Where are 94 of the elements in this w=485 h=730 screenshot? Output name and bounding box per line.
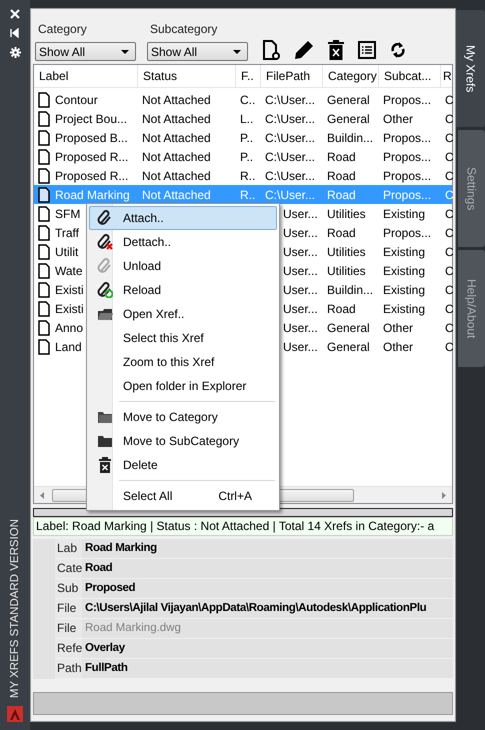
table-cell: Propos...: [383, 188, 432, 202]
property-name: Sub: [55, 579, 82, 598]
table-cell: Not Attached: [142, 130, 211, 144]
table-cell: C: [445, 264, 453, 278]
table-cell: Existi: [55, 282, 84, 296]
panel-title: MY XREFS STANDARD VERSION: [9, 518, 21, 698]
shortcut-text: Ctrl+A: [218, 489, 252, 503]
table-cell: C: [445, 302, 453, 316]
table-cell: Road: [327, 188, 356, 202]
table-cell: C: [445, 130, 453, 144]
table-cell: C:\User...: [265, 188, 316, 202]
table-cell: Traff: [55, 226, 80, 240]
table-cell: Existing: [383, 264, 426, 278]
table-cell: User...: [283, 206, 318, 220]
table-cell: P..: [240, 150, 254, 164]
table-cell: Road Marking: [55, 188, 130, 202]
property-name: Cate: [55, 559, 82, 578]
filter-label: Category: [37, 22, 88, 36]
property-name: File: [55, 599, 82, 618]
table-cell: C: [445, 112, 453, 126]
table-cell: Propos...: [383, 92, 432, 106]
table-cell: Contour: [55, 92, 98, 106]
property-name: Lab: [55, 539, 82, 558]
table-cell: Road: [327, 302, 356, 316]
table-cell: C:\User...: [265, 112, 316, 126]
table-cell: C: [445, 92, 453, 106]
table-cell: C: [445, 244, 453, 258]
table-cell: Proposed B...: [55, 130, 128, 144]
table-cell: Road: [327, 168, 356, 182]
table-cell: C: [445, 226, 453, 240]
table-cell: Utilit: [55, 244, 78, 258]
table-cell: C:\User...: [265, 130, 316, 144]
table-cell: Proposed R...: [55, 150, 128, 164]
table-cell: Existing: [383, 302, 426, 316]
table-cell: General: [327, 320, 370, 334]
table-cell: C: [445, 150, 453, 164]
table-cell: Propos...: [383, 150, 432, 164]
table-cell: Buildin...: [327, 130, 374, 144]
table-cell: C: [445, 282, 453, 296]
table-cell: Existi: [55, 302, 84, 316]
table-cell: General: [327, 340, 370, 354]
table-cell: Road: [327, 226, 356, 240]
property-name: File: [55, 619, 82, 638]
table-cell: Other: [383, 340, 414, 354]
table-cell: C: [445, 340, 453, 354]
table-cell: Other: [383, 320, 414, 334]
table-cell: C: [445, 168, 453, 182]
table-cell: Not Attached: [142, 168, 211, 182]
table-cell: Road: [327, 150, 356, 164]
table-cell: User...: [283, 302, 318, 316]
table-cell: Existing: [383, 282, 426, 296]
table-cell: User...: [283, 226, 318, 240]
table-cell: Wate: [55, 264, 83, 278]
table-cell: C..: [240, 92, 256, 106]
table-cell: P..: [240, 130, 254, 144]
table-cell: C: [445, 320, 453, 334]
table-cell: User...: [283, 264, 318, 278]
table-cell: Utilities: [327, 244, 366, 258]
table-cell: Project Bou...: [55, 112, 128, 126]
table-cell: User...: [283, 340, 318, 354]
table-cell: Proposed R...: [55, 168, 128, 182]
table-cell: Other: [383, 112, 414, 126]
table-cell: C:\User...: [265, 92, 316, 106]
table-cell: Not Attached: [142, 150, 211, 164]
table-cell: SFM: [55, 206, 80, 220]
table-cell: Existing: [383, 206, 426, 220]
table-cell: User...: [283, 320, 318, 334]
table-cell: Existing: [383, 244, 426, 258]
table-cell: Buildin...: [327, 282, 374, 296]
table-cell: Propos...: [383, 168, 432, 182]
table-cell: User...: [283, 244, 318, 258]
table-cell: Utilities: [327, 206, 366, 220]
table-cell: Not Attached: [142, 188, 211, 202]
status-text: Label: Road Marking | Status : Not Attached | Total 14 Xrefs in Category:- a: [33, 517, 453, 536]
table-cell: R..: [240, 168, 256, 182]
table-cell: Not Attached: [142, 92, 211, 106]
table-cell: Not Attached: [142, 112, 211, 126]
table-cell: C:\User...: [265, 168, 316, 182]
property-name: Path: [55, 659, 82, 678]
property-name: Refe: [55, 639, 82, 658]
table-cell: General: [327, 112, 370, 126]
table-cell: Propos...: [383, 130, 432, 144]
table-cell: Anno: [55, 320, 84, 334]
filter-label: Subcategory: [149, 22, 218, 36]
table-cell: C:\User...: [265, 150, 316, 164]
table-cell: R..: [240, 188, 256, 202]
table-cell: C: [445, 206, 453, 220]
table-cell: User...: [283, 282, 318, 296]
table-cell: Utilities: [327, 264, 366, 278]
table-cell: L..: [240, 112, 254, 126]
table-cell: General: [327, 92, 370, 106]
table-cell: Propos...: [383, 226, 432, 240]
table-cell: C: [445, 188, 453, 202]
table-cell: Land: [55, 340, 82, 354]
